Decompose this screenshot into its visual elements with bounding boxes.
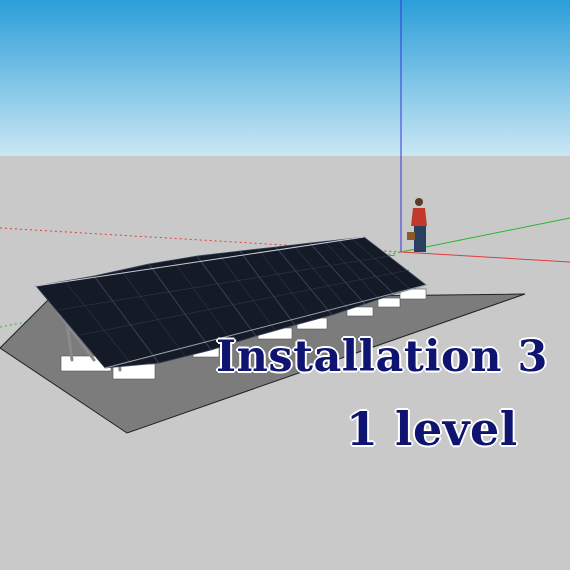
- person-legs: [414, 226, 426, 252]
- person-bag: [407, 232, 415, 240]
- caption-level-subtitle: 1 level: [346, 402, 518, 456]
- caption-installation-title: Installation 3: [216, 332, 548, 382]
- ballast-block: [377, 297, 401, 308]
- sky: [0, 0, 570, 156]
- person-head: [415, 198, 423, 206]
- model-viewport[interactable]: Installation 3 1 level: [0, 0, 570, 570]
- scene-3d-view[interactable]: [0, 0, 570, 570]
- person-torso: [411, 208, 427, 226]
